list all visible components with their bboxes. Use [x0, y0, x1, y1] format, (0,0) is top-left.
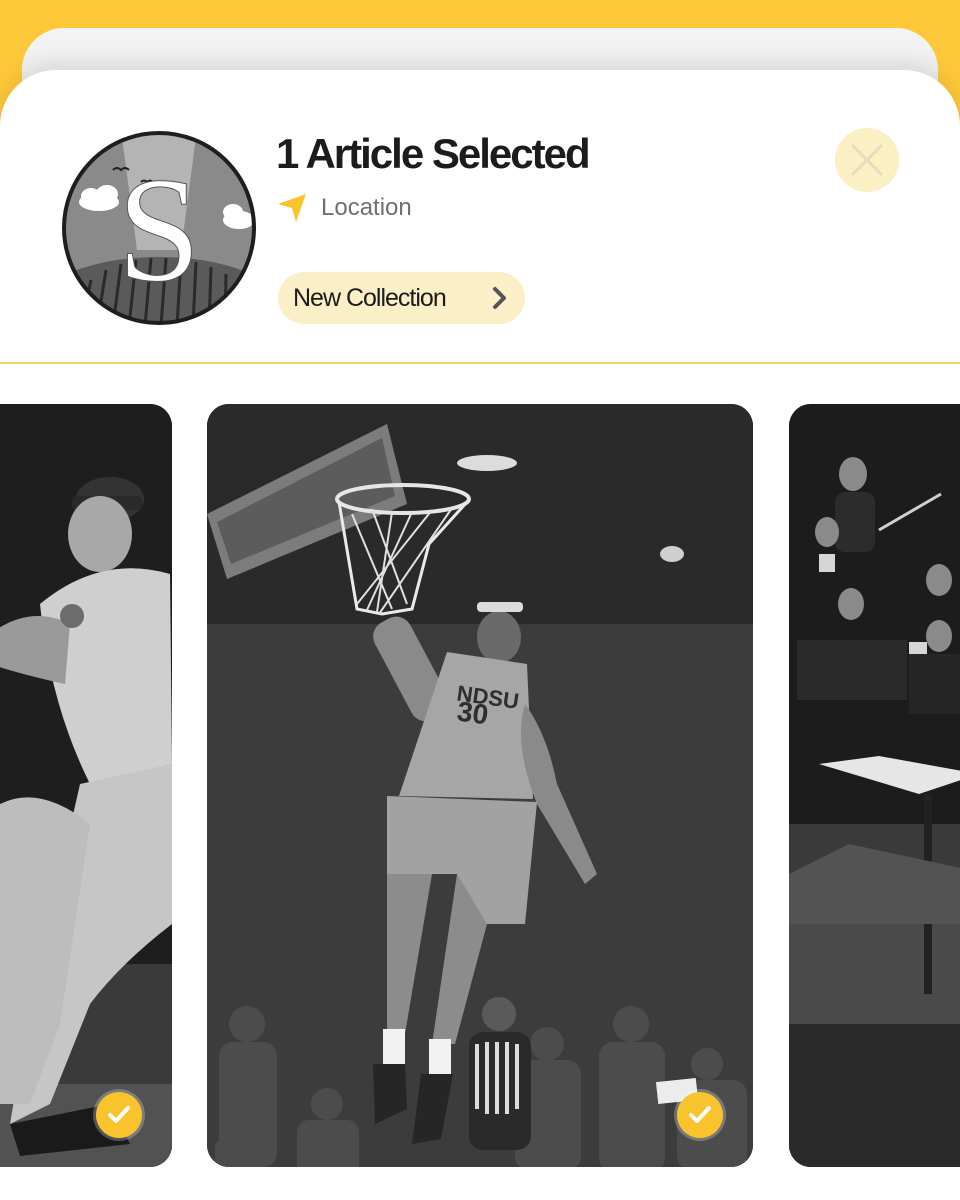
- close-button[interactable]: [835, 128, 899, 192]
- article-card-orchestra[interactable]: [789, 404, 960, 1167]
- publisher-logo: S: [62, 131, 256, 325]
- new-collection-label: New Collection: [293, 283, 447, 312]
- selected-check-baseball[interactable]: [96, 1092, 142, 1138]
- selected-check-basketball[interactable]: [677, 1092, 723, 1138]
- article-card-basketball[interactable]: NDSU 30: [207, 404, 753, 1167]
- svg-text:S: S: [117, 147, 200, 313]
- location-label: Location: [321, 194, 412, 221]
- header-divider: [0, 362, 960, 364]
- new-collection-button[interactable]: New Collection: [278, 272, 525, 324]
- article-card-baseball[interactable]: [0, 404, 172, 1167]
- chevron-right-icon: [493, 287, 506, 309]
- article-photo: [0, 404, 172, 1167]
- page-title: 1 Article Selected: [276, 130, 591, 177]
- svg-text:30: 30: [455, 695, 490, 730]
- close-icon: [851, 144, 883, 176]
- article-photo: [789, 404, 960, 1167]
- location-row[interactable]: Location: [276, 188, 412, 228]
- checkmark-icon: [689, 1106, 711, 1123]
- article-photo: NDSU 30: [207, 404, 753, 1167]
- navigation-arrow-icon: [278, 194, 306, 222]
- checkmark-icon: [108, 1106, 130, 1123]
